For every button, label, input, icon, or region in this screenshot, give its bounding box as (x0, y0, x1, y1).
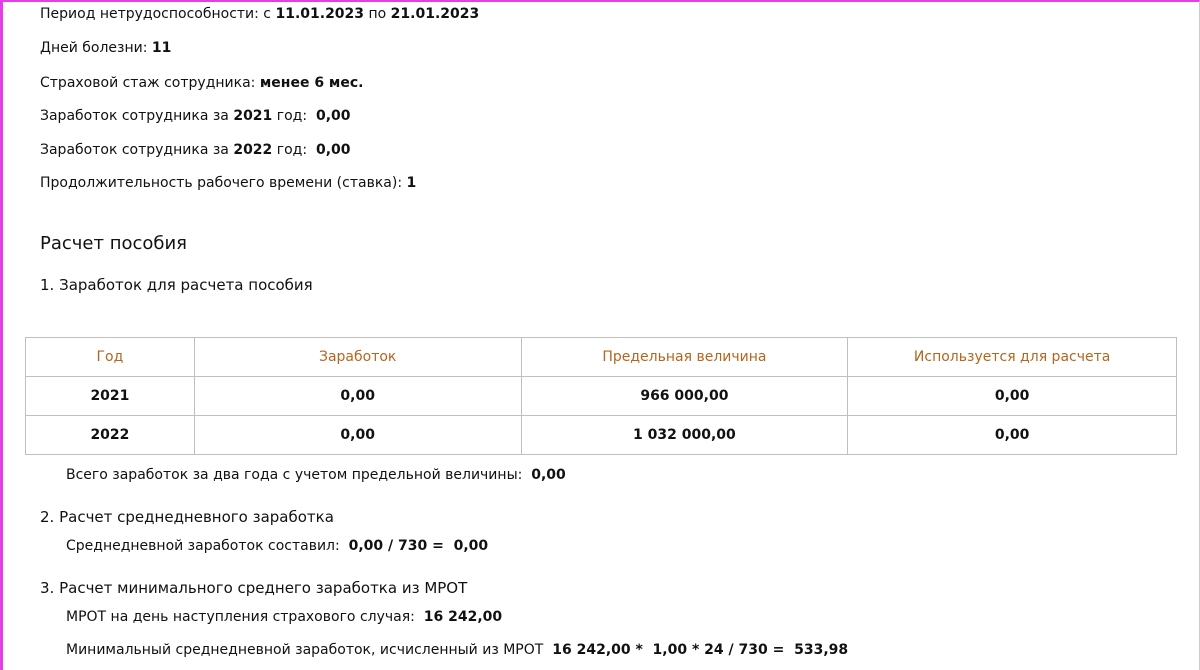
section-title: Расчет пособия (40, 233, 188, 254)
col-header-earnings: Заработок (193, 337, 522, 377)
col-header-used: Используется для расчета (847, 337, 1177, 377)
page-frame (0, 0, 1200, 670)
earnings-2022-suffix: год: (272, 142, 316, 158)
total-line: Всего заработок за два года с учетом пре… (66, 467, 566, 483)
period-mid: по (364, 6, 391, 22)
stavka-line: Продолжительность рабочего времени (став… (40, 175, 416, 191)
period-line: Период нетрудоспособности: с 11.01.2023 … (40, 6, 479, 22)
days-label: Дней болезни: (40, 40, 152, 56)
mrot-value: 16 242,00 (423, 609, 503, 625)
min-avg-label: Минимальный среднедневной заработок, исч… (66, 642, 553, 658)
earnings-2021-year: 2021 (233, 108, 273, 124)
stazh-label: Страховой стаж сотрудника: (40, 75, 260, 91)
step2-title: 2. Расчет среднедневного заработка (40, 508, 334, 526)
earnings-2021-value: 0,00 (315, 108, 351, 124)
stazh-value: менее 6 мес. (259, 75, 364, 91)
col-header-year: Год (25, 337, 195, 377)
avg-daily-line: Среднедневной заработок составил: 0,00 /… (66, 538, 488, 554)
total-value: 0,00 (531, 467, 566, 483)
period-to: 21.01.2023 (390, 6, 480, 22)
table-header-row: Год Заработок Предельная величина Исполь… (25, 337, 1177, 377)
earnings-2022-line: Заработок сотрудника за 2022 год: 0,00 (40, 142, 351, 158)
cell-earnings: 0,00 (193, 415, 522, 455)
cell-used: 0,00 (847, 415, 1177, 455)
avg-daily-label: Среднедневной заработок составил: (66, 538, 349, 554)
stavka-value: 1 (406, 175, 417, 191)
cell-used: 0,00 (847, 376, 1177, 416)
avg-daily-value: 0,00 / 730 = 0,00 (348, 538, 489, 554)
stavka-label: Продолжительность рабочего времени (став… (40, 175, 407, 191)
mrot-line: МРОТ на день наступления страхового случ… (66, 609, 502, 625)
step1-title: 1. Заработок для расчета пособия (40, 276, 313, 294)
min-avg-line: Минимальный среднедневной заработок, исч… (66, 642, 848, 658)
earnings-2022-label: Заработок сотрудника за (40, 142, 234, 158)
earnings-2021-label: Заработок сотрудника за (40, 108, 234, 124)
cell-year: 2021 (25, 376, 195, 416)
table-row: 2022 0,00 1 032 000,00 0,00 (25, 415, 1177, 455)
stazh-line: Страховой стаж сотрудника: менее 6 мес. (40, 75, 364, 91)
step3-title: 3. Расчет минимального среднего заработк… (40, 579, 468, 597)
cell-limit: 1 032 000,00 (520, 415, 849, 455)
col-header-limit: Предельная величина (520, 337, 849, 377)
earnings-2022-year: 2022 (233, 142, 273, 158)
total-label: Всего заработок за два года с учетом пре… (66, 467, 532, 483)
period-from: 11.01.2023 (275, 6, 365, 22)
earnings-table: Год Заработок Предельная величина Исполь… (25, 337, 1177, 455)
days-value: 11 (151, 40, 172, 56)
earnings-2021-line: Заработок сотрудника за 2021 год: 0,00 (40, 108, 351, 124)
earnings-2021-suffix: год: (272, 108, 316, 124)
cell-earnings: 0,00 (193, 376, 522, 416)
mrot-label: МРОТ на день наступления страхового случ… (66, 609, 424, 625)
table-row: 2021 0,00 966 000,00 0,00 (25, 376, 1177, 416)
cell-year: 2022 (25, 415, 195, 455)
cell-limit: 966 000,00 (520, 376, 849, 416)
days-line: Дней болезни: 11 (40, 40, 171, 56)
period-label: Период нетрудоспособности: с (40, 6, 276, 22)
min-avg-value: 16 242,00 * 1,00 * 24 / 730 = 533,98 (552, 642, 849, 658)
earnings-2022-value: 0,00 (315, 142, 351, 158)
